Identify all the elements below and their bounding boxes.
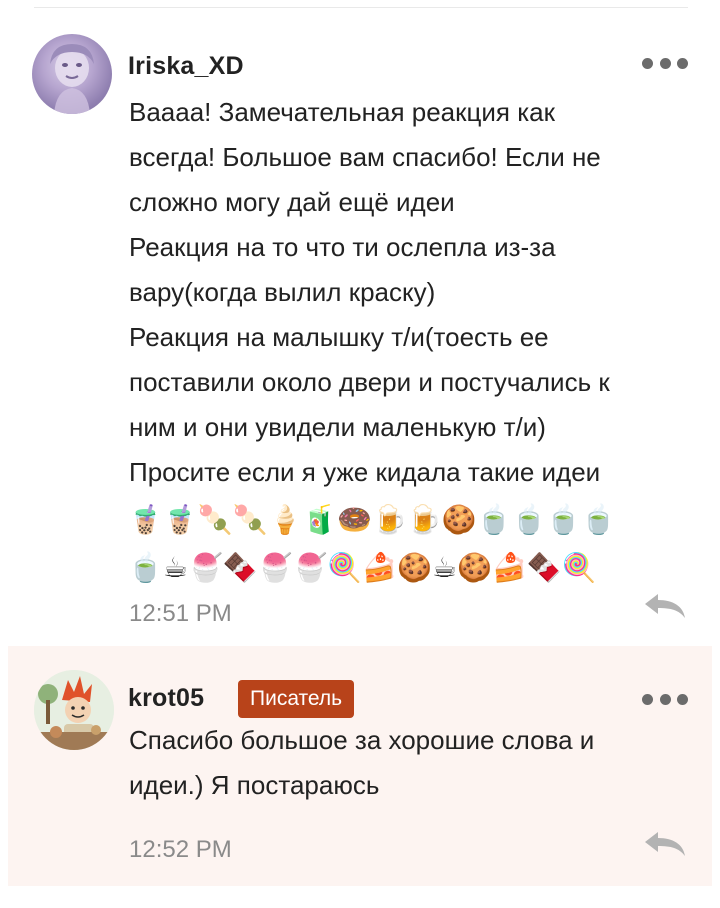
more-options-icon[interactable] bbox=[642, 689, 688, 709]
timestamp: 12:52 PM bbox=[129, 836, 232, 863]
more-options-icon[interactable] bbox=[642, 53, 688, 73]
comment-text: Спасибо большое за хорошие слова и идеи.… bbox=[129, 725, 595, 800]
username[interactable]: krot05 bbox=[128, 684, 204, 713]
writer-badge: Писатель bbox=[238, 680, 355, 718]
emoji-row: 🍵☕🍧🍫🍧🍧🍭🍰🍪☕🍪🍰🍫🍭 bbox=[128, 551, 597, 584]
avatar[interactable] bbox=[34, 670, 114, 750]
emoji-row: 🧋🧋🍡🍡🍦🧃🍩🍺🍺🍪🍵🍵🍵🍵 bbox=[128, 503, 617, 536]
avatar[interactable] bbox=[32, 34, 112, 114]
reply-arrow-icon[interactable] bbox=[643, 830, 687, 860]
timestamp: 12:51 PM bbox=[129, 600, 232, 627]
reply-arrow-icon[interactable] bbox=[643, 592, 687, 622]
comment-text: Ваааа! Замечательная реакция как всегда!… bbox=[129, 97, 610, 487]
comments-thread: Iriska_XD Ваааа! Замечательная реакция к… bbox=[0, 0, 720, 908]
emoji-block: 🧋🧋🍡🍡🍦🧃🍩🍺🍺🍪🍵🍵🍵🍵 🍵☕🍧🍫🍧🍧🍭🍰🍪☕🍪🍰🍫🍭 bbox=[128, 496, 688, 592]
comment-highlighted: krot05 Писатель Спасибо большое за хорош… bbox=[8, 646, 712, 886]
comment: Iriska_XD Ваааа! Замечательная реакция к… bbox=[0, 8, 720, 646]
username[interactable]: Iriska_XD bbox=[128, 52, 244, 81]
avatar-image bbox=[34, 670, 114, 750]
avatar-image bbox=[50, 44, 94, 114]
